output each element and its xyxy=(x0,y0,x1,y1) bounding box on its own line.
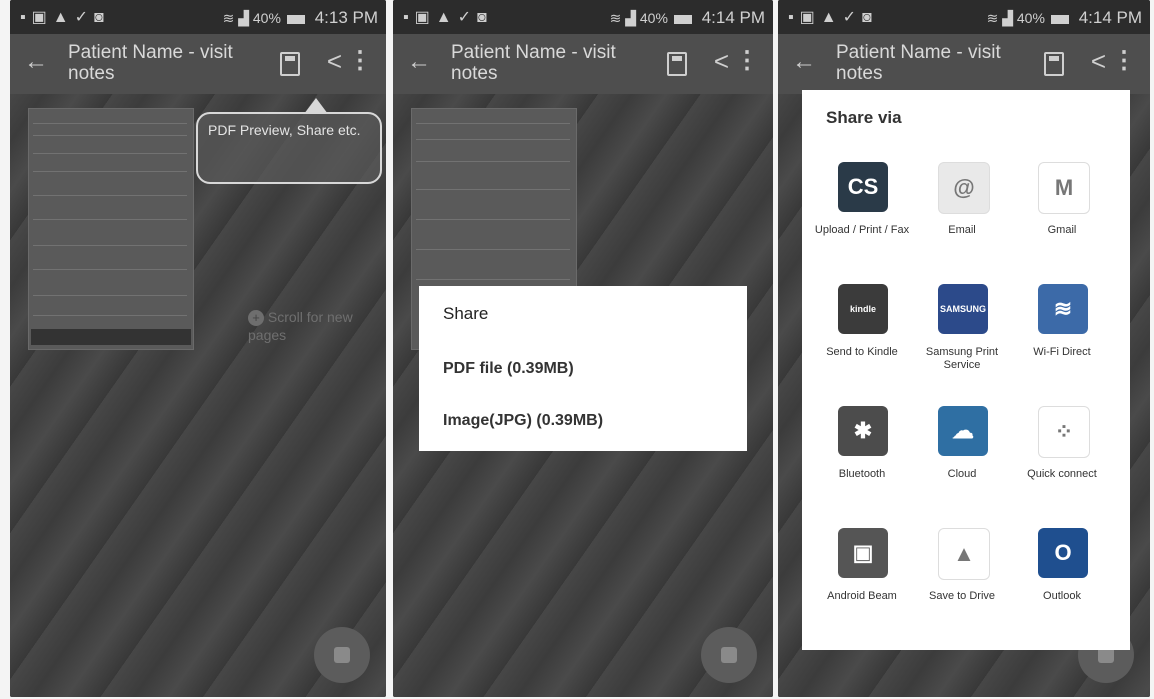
share-icon[interactable]: < xyxy=(1091,46,1106,77)
page-title: Patient Name - visit notes xyxy=(836,42,1001,84)
samsung-print-icon: SAMSUNG xyxy=(938,284,988,334)
overflow-menu-icon[interactable]: ⋮ xyxy=(1112,46,1136,75)
share-target-label: Save to Drive xyxy=(928,590,996,602)
notification-icons: ▪▣▲✓◙ xyxy=(788,9,878,26)
status-right: ≋ ▟ 40% 4:14 PM xyxy=(610,8,765,28)
clock: 4:14 PM xyxy=(701,8,765,27)
cloud-icon: ☁ xyxy=(938,406,988,456)
notification-icons: ▪▣▲✓◙ xyxy=(403,9,493,26)
share-target-quick-connect[interactable]: ⁘ Quick connect xyxy=(1012,406,1112,524)
android-beam-icon: ▣ xyxy=(838,528,888,578)
notification-icons: ▪▣▲✓◙ xyxy=(20,9,110,26)
share-target-label: Samsung Print Service xyxy=(925,346,999,371)
share-target-outlook[interactable]: O Outlook xyxy=(1012,528,1112,646)
signal-icon: ▟ xyxy=(238,10,249,26)
clock: 4:13 PM xyxy=(314,8,378,27)
save-icon[interactable] xyxy=(667,52,687,76)
back-arrow-icon[interactable]: ← xyxy=(24,48,48,76)
phone-screen-share-via: ▪▣▲✓◙ ≋ ▟ 40% 4:14 PM ← Patient Name - v… xyxy=(778,0,1150,697)
signal-icon: ▟ xyxy=(625,10,636,26)
camscanner-icon: CS xyxy=(838,162,888,212)
back-arrow-icon[interactable]: ← xyxy=(792,48,816,76)
signal-icon: ▟ xyxy=(1002,10,1013,26)
scroll-hint: + Scroll for new pages xyxy=(248,308,386,344)
camera-fab-button[interactable] xyxy=(314,627,370,683)
kindle-icon: kindle xyxy=(838,284,888,334)
app-bar: ← Patient Name - visit notes < ⋮ xyxy=(778,34,1150,94)
dialog-title: Share xyxy=(443,304,489,323)
share-target-label: Wi-Fi Direct xyxy=(1033,346,1091,358)
tooltip-text: PDF Preview, Share etc. xyxy=(208,122,361,138)
share-target-label: Gmail xyxy=(1047,224,1077,236)
wifi-icon: ≋ xyxy=(222,10,235,26)
battery-icon xyxy=(286,14,305,24)
quick-connect-icon: ⁘ xyxy=(1038,406,1090,458)
app-bar: ← Patient Name - visit notes < ⋮ xyxy=(10,34,386,94)
battery-level: 40% xyxy=(1016,10,1045,26)
battery-level: 40% xyxy=(252,10,281,26)
add-icon: + xyxy=(248,310,264,326)
battery-level: 40% xyxy=(639,10,668,26)
gmail-icon: M xyxy=(1038,162,1090,214)
back-arrow-icon[interactable]: ← xyxy=(407,48,431,76)
status-bar: ▪▣▲✓◙ ≋ ▟ 40% 4:13 PM xyxy=(10,0,386,34)
share-target-label: Outlook xyxy=(1043,590,1081,602)
overflow-menu-icon[interactable]: ⋮ xyxy=(735,46,759,75)
battery-icon xyxy=(673,14,692,24)
share-icon[interactable]: < xyxy=(714,46,729,77)
save-icon[interactable] xyxy=(1044,52,1064,76)
wifi-icon: ≋ xyxy=(986,10,999,26)
wifi-direct-icon: ≋ xyxy=(1038,284,1088,334)
share-target-drive[interactable]: ▲ Save to Drive xyxy=(912,528,1012,646)
share-target-label: Quick connect xyxy=(1027,468,1097,480)
share-target-wifi-direct[interactable]: ≋ Wi-Fi Direct xyxy=(1012,284,1112,402)
document-page-thumbnail[interactable] xyxy=(28,108,194,350)
share-via-dialog: Share via CS Upload / Print / Fax @ Email M G… xyxy=(802,90,1130,650)
share-dialog: Share PDF file (0.39MB) Image(JPG) (0.39… xyxy=(419,286,747,451)
share-target-kindle[interactable]: kindle Send to Kindle xyxy=(812,284,912,402)
outlook-icon: O xyxy=(1038,528,1088,578)
share-target-label: Cloud xyxy=(947,468,977,480)
bluetooth-icon: ✱ xyxy=(838,406,888,456)
share-target-label: Bluetooth xyxy=(838,468,886,480)
battery-icon xyxy=(1050,14,1069,24)
share-icon[interactable]: < xyxy=(327,46,342,77)
email-icon: @ xyxy=(938,162,990,214)
dialog-title: Share via xyxy=(826,108,902,127)
status-right: ≋ ▟ 40% 4:13 PM xyxy=(223,8,378,28)
share-target-camscanner[interactable]: CS Upload / Print / Fax xyxy=(812,162,912,280)
scroll-hint-text: Scroll for new pages xyxy=(248,309,353,343)
status-bar: ▪▣▲✓◙ ≋ ▟ 40% 4:14 PM xyxy=(393,0,773,34)
share-target-android-beam[interactable]: ▣ Android Beam xyxy=(812,528,912,646)
page-title: Patient Name - visit notes xyxy=(68,42,233,84)
share-target-label: Email xyxy=(948,224,976,236)
clock: 4:14 PM xyxy=(1078,8,1142,27)
status-bar: ▪▣▲✓◙ ≋ ▟ 40% 4:14 PM xyxy=(778,0,1150,34)
share-target-samsung-print[interactable]: SAMSUNG Samsung Print Service xyxy=(912,284,1012,402)
page-title: Patient Name - visit notes xyxy=(451,42,616,84)
share-target-label: Upload / Print / Fax xyxy=(814,224,910,236)
share-target-bluetooth[interactable]: ✱ Bluetooth xyxy=(812,406,912,524)
save-icon[interactable] xyxy=(280,52,300,76)
share-option-jpg[interactable]: Image(JPG) (0.39MB) xyxy=(443,412,603,430)
share-option-pdf[interactable]: PDF file (0.39MB) xyxy=(443,360,574,378)
camera-fab-button xyxy=(701,627,757,683)
share-target-label: Send to Kindle xyxy=(826,346,898,358)
phone-screen-preview: ▪▣▲✓◙ ≋ ▟ 40% 4:13 PM ← Patient Name - v… xyxy=(10,0,386,697)
phone-screen-share: ▪▣▲✓◙ ≋ ▟ 40% 4:14 PM ← Patient Name - v… xyxy=(393,0,773,697)
app-bar: ← Patient Name - visit notes < ⋮ xyxy=(393,34,773,94)
share-target-email[interactable]: @ Email xyxy=(912,162,1012,280)
share-target-label: Android Beam xyxy=(827,590,897,602)
wifi-icon: ≋ xyxy=(609,10,622,26)
tooltip-callout: PDF Preview, Share etc. xyxy=(196,98,382,184)
document-preview-area[interactable]: + Scroll for new pages xyxy=(10,94,386,697)
drive-icon: ▲ xyxy=(938,528,990,580)
share-target-gmail[interactable]: M Gmail xyxy=(1012,162,1112,280)
overflow-menu-icon[interactable]: ⋮ xyxy=(348,46,372,75)
share-target-cloud[interactable]: ☁ Cloud xyxy=(912,406,1012,524)
status-right: ≋ ▟ 40% 4:14 PM xyxy=(987,8,1142,28)
